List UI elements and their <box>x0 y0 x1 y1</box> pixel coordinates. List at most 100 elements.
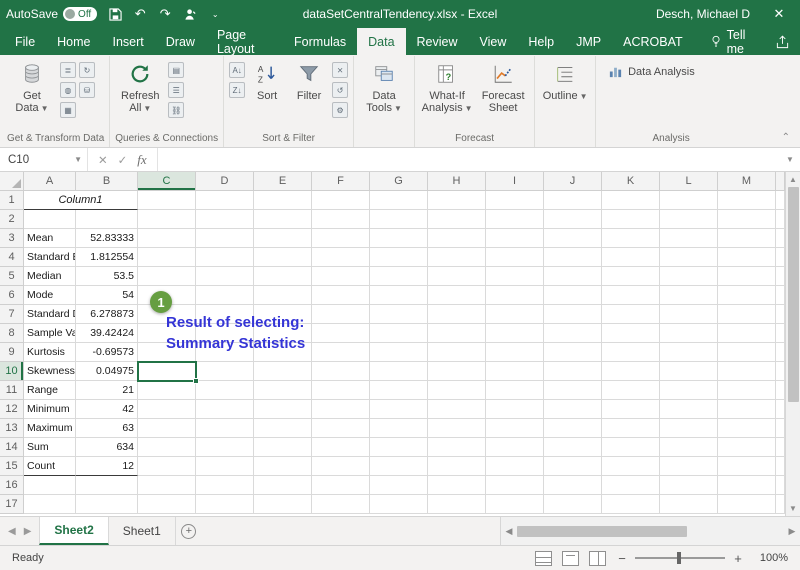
insert-function-icon[interactable]: fx <box>137 152 146 168</box>
cell-H10[interactable] <box>428 362 486 381</box>
cell-K8[interactable] <box>602 324 660 343</box>
cell-G2[interactable] <box>370 210 428 229</box>
data-tools-button[interactable]: Data Tools▼ <box>359 58 409 117</box>
from-web-icon[interactable]: ◍ <box>60 82 76 98</box>
cell-I2[interactable] <box>486 210 544 229</box>
cell-B3[interactable]: 52.83333 <box>76 229 138 248</box>
cell-H9[interactable] <box>428 343 486 362</box>
cell-J8[interactable] <box>544 324 602 343</box>
column-header-I[interactable]: I <box>486 172 544 191</box>
cell-M14[interactable] <box>718 438 776 457</box>
scroll-right-icon[interactable]: ▶ <box>784 526 800 537</box>
cell-A7[interactable]: Standard D <box>24 305 76 324</box>
row-header-6[interactable]: 6 <box>0 286 24 305</box>
cell-M1[interactable] <box>718 191 776 210</box>
ribbon-tab-data[interactable]: Data <box>357 28 405 55</box>
row-header-9[interactable]: 9 <box>0 343 24 362</box>
cell-B6[interactable]: 54 <box>76 286 138 305</box>
cell-K11[interactable] <box>602 381 660 400</box>
cell-F3[interactable] <box>312 229 370 248</box>
outline-button[interactable]: Outline▼ <box>540 58 590 105</box>
scroll-left-icon[interactable]: ◀ <box>501 526 517 537</box>
cell-H3[interactable] <box>428 229 486 248</box>
cell-L17[interactable] <box>660 495 718 514</box>
autosave-toggle[interactable]: AutoSave Off <box>6 7 97 21</box>
cell-I6[interactable] <box>486 286 544 305</box>
cell-I17[interactable] <box>486 495 544 514</box>
cell-J2[interactable] <box>544 210 602 229</box>
cell-K3[interactable] <box>602 229 660 248</box>
cell-L10[interactable] <box>660 362 718 381</box>
column-header-E[interactable]: E <box>254 172 312 191</box>
column-header-G[interactable]: G <box>370 172 428 191</box>
cell-B7[interactable]: 6.278873 <box>76 305 138 324</box>
cell-L16[interactable] <box>660 476 718 495</box>
cell-I7[interactable] <box>486 305 544 324</box>
cell-F17[interactable] <box>312 495 370 514</box>
cell-B2[interactable] <box>76 210 138 229</box>
cell-J3[interactable] <box>544 229 602 248</box>
cell-E1[interactable] <box>254 191 312 210</box>
row-header-1[interactable]: 1 <box>0 191 24 210</box>
cell-M17[interactable] <box>718 495 776 514</box>
formula-bar-expand-icon[interactable]: ▼ <box>780 148 800 171</box>
cell-B11[interactable]: 21 <box>76 381 138 400</box>
cell-F7[interactable] <box>312 305 370 324</box>
cell-K16[interactable] <box>602 476 660 495</box>
cell-J11[interactable] <box>544 381 602 400</box>
cell-H2[interactable] <box>428 210 486 229</box>
cell-K9[interactable] <box>602 343 660 362</box>
cell-A4[interactable]: Standard E <box>24 248 76 267</box>
cell-A9[interactable]: Kurtosis <box>24 343 76 362</box>
cell-J7[interactable] <box>544 305 602 324</box>
cell-L4[interactable] <box>660 248 718 267</box>
cell-J13[interactable] <box>544 419 602 438</box>
cell-A11[interactable]: Range <box>24 381 76 400</box>
cell-D16[interactable] <box>196 476 254 495</box>
cell-A14[interactable]: Sum <box>24 438 76 457</box>
cell-J4[interactable] <box>544 248 602 267</box>
sheet-tab-sheet2[interactable]: Sheet2 <box>39 517 108 545</box>
cell-L6[interactable] <box>660 286 718 305</box>
zoom-slider-thumb[interactable] <box>677 552 681 564</box>
row-header-15[interactable]: 15 <box>0 457 24 476</box>
clear-filter-icon[interactable]: ⨯ <box>332 62 348 78</box>
cell-B13[interactable]: 63 <box>76 419 138 438</box>
column-header-L[interactable]: L <box>660 172 718 191</box>
ribbon-tab-acrobat[interactable]: ACROBAT <box>612 28 694 55</box>
row-header-5[interactable]: 5 <box>0 267 24 286</box>
cell-G8[interactable] <box>370 324 428 343</box>
row-header-16[interactable]: 16 <box>0 476 24 495</box>
vertical-scroll-thumb[interactable] <box>788 187 799 402</box>
cell-F2[interactable] <box>312 210 370 229</box>
signed-in-user[interactable]: Desch, Michael D <box>656 7 750 21</box>
column-header-M[interactable]: M <box>718 172 776 191</box>
cell-H4[interactable] <box>428 248 486 267</box>
column-header-H[interactable]: H <box>428 172 486 191</box>
sort-button[interactable]: AZ Sort <box>248 58 286 104</box>
column-header-C[interactable]: C <box>138 172 196 191</box>
cell-L8[interactable] <box>660 324 718 343</box>
cell-M3[interactable] <box>718 229 776 248</box>
vertical-scrollbar[interactable]: ▲ ▼ <box>785 172 800 516</box>
cell-B10[interactable]: 0.04975 <box>76 362 138 381</box>
cell-I9[interactable] <box>486 343 544 362</box>
cell-F11[interactable] <box>312 381 370 400</box>
cell-I15[interactable] <box>486 457 544 476</box>
cell-E15[interactable] <box>254 457 312 476</box>
cell-M10[interactable] <box>718 362 776 381</box>
cell-E10[interactable] <box>254 362 312 381</box>
cell-D1[interactable] <box>196 191 254 210</box>
cell-B14[interactable]: 634 <box>76 438 138 457</box>
cancel-icon[interactable]: ✕ <box>98 153 108 167</box>
cell-A5[interactable]: Median <box>24 267 76 286</box>
cell-A13[interactable]: Maximum <box>24 419 76 438</box>
cell-L13[interactable] <box>660 419 718 438</box>
recent-sources-icon[interactable]: ↻ <box>79 62 95 78</box>
cell-H11[interactable] <box>428 381 486 400</box>
cell-I12[interactable] <box>486 400 544 419</box>
cell-G5[interactable] <box>370 267 428 286</box>
cell-F6[interactable] <box>312 286 370 305</box>
cell-G6[interactable] <box>370 286 428 305</box>
column-header-A[interactable]: A <box>24 172 76 191</box>
